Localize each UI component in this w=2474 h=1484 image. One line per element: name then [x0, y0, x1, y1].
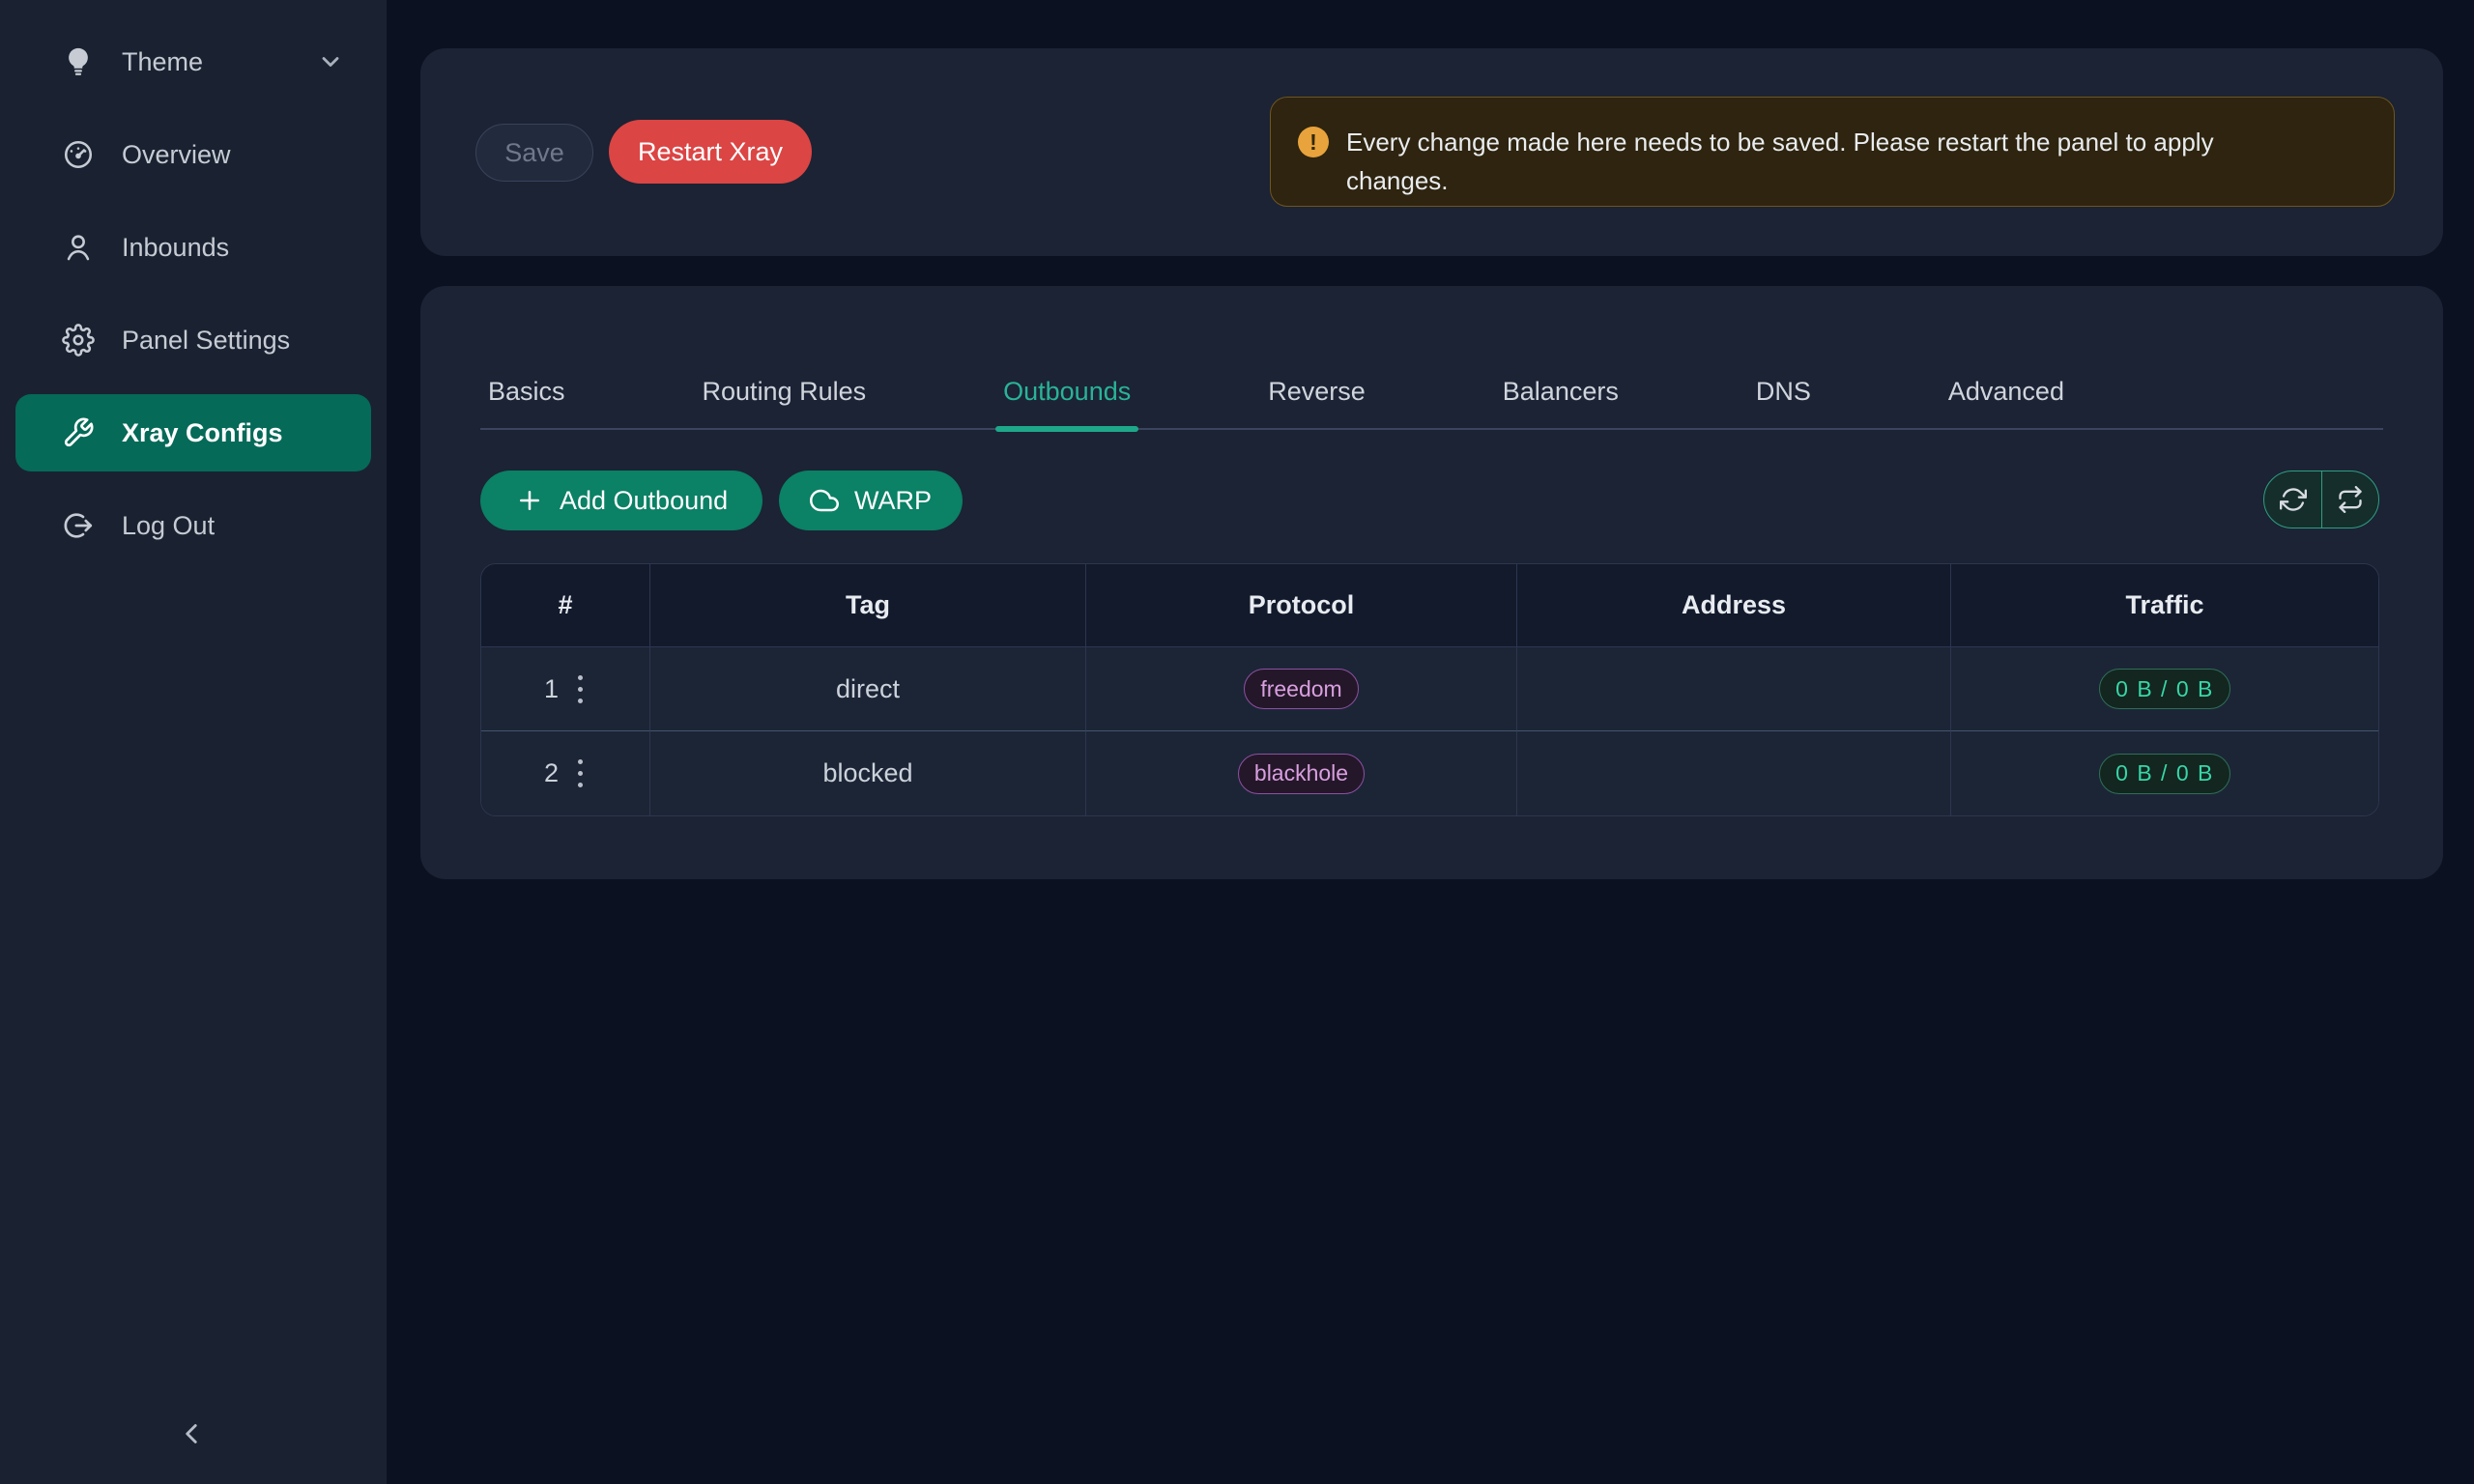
warp-label: WARP [854, 486, 932, 516]
tab-outbounds[interactable]: Outbounds [995, 369, 1138, 428]
column-header-traffic: Traffic [1951, 564, 2378, 647]
sidebar-item-theme[interactable]: Theme [0, 15, 387, 108]
sidebar-item-xray-configs[interactable]: Xray Configs [15, 394, 371, 471]
refresh-icon [2280, 486, 2307, 513]
address-cell [1517, 731, 1951, 815]
column-header-address: Address [1517, 564, 1951, 647]
sidebar-item-label: Theme [122, 47, 317, 77]
traffic-badge: 0 B / 0 B [2099, 669, 2230, 709]
config-tabs: Basics Routing Rules Outbounds Reverse B… [480, 369, 2383, 430]
chevron-down-icon [317, 48, 344, 75]
protocol-cell: freedom [1086, 647, 1517, 731]
tag-cell: direct [650, 647, 1086, 731]
chevron-left-icon [175, 1417, 208, 1450]
sidebar-item-label: Log Out [122, 511, 344, 541]
tab-reverse[interactable]: Reverse [1260, 369, 1373, 428]
sidebar-item-label: Xray Configs [122, 418, 344, 448]
tab-advanced[interactable]: Advanced [1941, 369, 2072, 428]
address-cell [1517, 647, 1951, 731]
column-header-index: # [481, 564, 650, 647]
sidebar-item-label: Overview [122, 140, 344, 170]
user-icon [62, 231, 95, 264]
add-outbound-label: Add Outbound [560, 486, 728, 516]
tab-basics[interactable]: Basics [480, 369, 573, 428]
cloud-icon [810, 486, 839, 515]
index-cell: 1 [481, 647, 650, 731]
refresh-button[interactable] [2264, 471, 2321, 528]
warning-alert-text: Every change made here needs to be saved… [1346, 123, 2322, 200]
sidebar-item-label: Panel Settings [122, 326, 344, 356]
warp-button[interactable]: WARP [779, 471, 963, 530]
sidebar-item-log-out[interactable]: Log Out [0, 479, 387, 572]
gear-icon [62, 324, 95, 357]
save-button[interactable]: Save [475, 124, 593, 182]
plus-icon [515, 486, 544, 515]
add-outbound-button[interactable]: Add Outbound [480, 471, 762, 530]
column-header-tag: Tag [650, 564, 1086, 647]
protocol-badge: blackhole [1238, 754, 1365, 794]
traffic-cell: 0 B / 0 B [1951, 731, 2378, 815]
table-tools-group [2263, 471, 2379, 528]
sidebar-collapse-button[interactable] [162, 1405, 220, 1463]
sidebar-menu: Theme Overview [0, 15, 387, 572]
reset-traffic-button[interactable] [2321, 471, 2378, 528]
sidebar-item-label: Inbounds [122, 233, 344, 263]
protocol-badge: freedom [1244, 669, 1358, 709]
protocol-cell: blackhole [1086, 731, 1517, 815]
sidebar-item-overview[interactable]: Overview [0, 108, 387, 201]
column-header-protocol: Protocol [1086, 564, 1517, 647]
row-menu-icon[interactable] [574, 756, 587, 791]
repeat-icon [2337, 486, 2364, 513]
logout-icon [62, 509, 95, 542]
warning-icon: ! [1298, 127, 1329, 157]
row-index: 1 [544, 674, 559, 704]
traffic-cell: 0 B / 0 B [1951, 647, 2378, 731]
row-index: 2 [544, 758, 559, 788]
xray-configs-card: Basics Routing Rules Outbounds Reverse B… [420, 286, 2443, 879]
sidebar: Theme Overview [0, 0, 387, 1484]
toolbar-card: Save Restart Xray ! Every change made he… [420, 48, 2443, 256]
traffic-badge: 0 B / 0 B [2099, 754, 2230, 794]
tab-dns[interactable]: DNS [1748, 369, 1819, 428]
wrench-icon [62, 416, 95, 449]
warning-alert: ! Every change made here needs to be sav… [1270, 97, 2395, 207]
tab-routing-rules[interactable]: Routing Rules [695, 369, 875, 428]
row-menu-icon[interactable] [574, 671, 587, 707]
tab-balancers[interactable]: Balancers [1495, 369, 1626, 428]
index-cell: 2 [481, 731, 650, 815]
restart-xray-button[interactable]: Restart Xray [609, 120, 812, 184]
sidebar-item-inbounds[interactable]: Inbounds [0, 201, 387, 294]
sidebar-item-panel-settings[interactable]: Panel Settings [0, 294, 387, 386]
lightbulb-icon [62, 45, 95, 78]
gauge-icon [62, 138, 95, 171]
outbounds-table: # Tag Protocol Address Traffic 1 direct … [480, 563, 2379, 816]
tag-cell: blocked [650, 731, 1086, 815]
